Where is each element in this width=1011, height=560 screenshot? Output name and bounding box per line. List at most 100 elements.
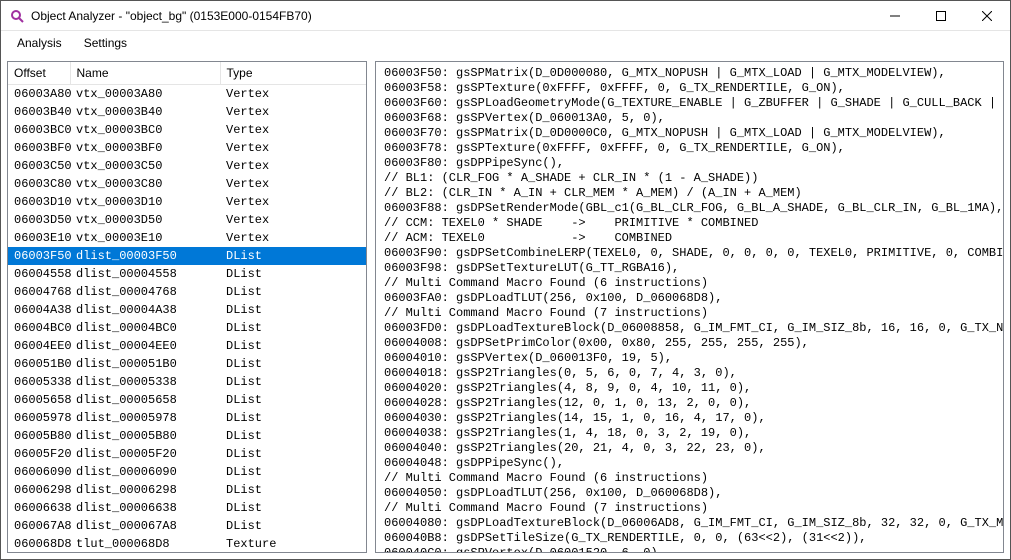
cell-offset: 060051B0 xyxy=(8,355,70,373)
table-row[interactable]: 06003E10vtx_00003E10Vertex xyxy=(8,229,366,247)
table-row[interactable]: 06005B80dlist_00005B80DList xyxy=(8,427,366,445)
cell-type: DList xyxy=(220,427,366,445)
cell-offset: 060068D8 xyxy=(8,535,70,552)
cell-type: DList xyxy=(220,517,366,535)
table-row[interactable]: 06003BF0vtx_00003BF0Vertex xyxy=(8,139,366,157)
table-row[interactable]: 06005338dlist_00005338DList xyxy=(8,373,366,391)
cell-offset: 06004BC0 xyxy=(8,319,70,337)
menu-analysis[interactable]: Analysis xyxy=(7,33,72,53)
cell-offset: 06004A38 xyxy=(8,301,70,319)
table-row[interactable]: 06006638dlist_00006638DList xyxy=(8,499,366,517)
cell-type: Vertex xyxy=(220,85,366,104)
app-icon xyxy=(9,8,25,24)
cell-name: dlist_00005F20 xyxy=(70,445,220,463)
disassembly-pane[interactable]: 06003F50: gsSPMatrix(D_0D000080, G_MTX_N… xyxy=(375,61,1004,553)
cell-name: dlist_000067A8 xyxy=(70,517,220,535)
table-row[interactable]: 060067A8dlist_000067A8DList xyxy=(8,517,366,535)
cell-type: Vertex xyxy=(220,157,366,175)
cell-name: vtx_00003D50 xyxy=(70,211,220,229)
cell-type: DList xyxy=(220,301,366,319)
cell-type: DList xyxy=(220,409,366,427)
cell-type: DList xyxy=(220,355,366,373)
table-row[interactable]: 06003C80vtx_00003C80Vertex xyxy=(8,175,366,193)
table-row[interactable]: 06005978dlist_00005978DList xyxy=(8,409,366,427)
table-row[interactable]: 06004768dlist_00004768DList xyxy=(8,283,366,301)
cell-offset: 06005658 xyxy=(8,391,70,409)
cell-name: dlist_00004EE0 xyxy=(70,337,220,355)
window-root: Object Analyzer - "object_bg" (0153E000-… xyxy=(0,0,1011,560)
cell-type: Vertex xyxy=(220,121,366,139)
cell-type: DList xyxy=(220,481,366,499)
cell-name: vtx_00003C50 xyxy=(70,157,220,175)
col-header-offset[interactable]: Offset xyxy=(8,62,70,85)
cell-name: vtx_00003BC0 xyxy=(70,121,220,139)
window-title: Object Analyzer - "object_bg" (0153E000-… xyxy=(31,9,872,23)
close-button[interactable] xyxy=(964,1,1010,30)
cell-name: dlist_00004558 xyxy=(70,265,220,283)
cell-type: DList xyxy=(220,283,366,301)
col-header-type[interactable]: Type xyxy=(220,62,366,85)
cell-type: Vertex xyxy=(220,229,366,247)
cell-name: dlist_00004A38 xyxy=(70,301,220,319)
menubar: Analysis Settings xyxy=(1,31,1010,55)
cell-offset: 06003B40 xyxy=(8,103,70,121)
table-row[interactable]: 060051B0dlist_000051B0DList xyxy=(8,355,366,373)
cell-name: vtx_00003BF0 xyxy=(70,139,220,157)
table-row[interactable]: 06003B40vtx_00003B40Vertex xyxy=(8,103,366,121)
cell-name: vtx_00003D10 xyxy=(70,193,220,211)
cell-offset: 06006638 xyxy=(8,499,70,517)
table-row[interactable]: 06006298dlist_00006298DList xyxy=(8,481,366,499)
cell-offset: 06005F20 xyxy=(8,445,70,463)
table-row[interactable]: 06003C50vtx_00003C50Vertex xyxy=(8,157,366,175)
cell-offset: 06005B80 xyxy=(8,427,70,445)
cell-name: dlist_00006298 xyxy=(70,481,220,499)
titlebar: Object Analyzer - "object_bg" (0153E000-… xyxy=(1,1,1010,31)
cell-offset: 06003D50 xyxy=(8,211,70,229)
cell-name: vtx_00003B40 xyxy=(70,103,220,121)
table-row[interactable]: 06003A80vtx_00003A80Vertex xyxy=(8,85,366,104)
cell-offset: 060067A8 xyxy=(8,517,70,535)
cell-type: DList xyxy=(220,265,366,283)
cell-offset: 06004768 xyxy=(8,283,70,301)
cell-offset: 06003E10 xyxy=(8,229,70,247)
cell-name: vtx_00003E10 xyxy=(70,229,220,247)
maximize-button[interactable] xyxy=(918,1,964,30)
cell-name: dlist_00006090 xyxy=(70,463,220,481)
object-list-scroll[interactable]: Offset Name Type 06003A80vtx_00003A80Ver… xyxy=(8,62,366,552)
cell-type: DList xyxy=(220,319,366,337)
table-row[interactable]: 060068D8tlut_000068D8Texture xyxy=(8,535,366,552)
cell-offset: 06003BC0 xyxy=(8,121,70,139)
cell-type: Vertex xyxy=(220,175,366,193)
col-header-name[interactable]: Name xyxy=(70,62,220,85)
cell-type: DList xyxy=(220,391,366,409)
cell-name: tlut_000068D8 xyxy=(70,535,220,552)
cell-offset: 06003C80 xyxy=(8,175,70,193)
cell-name: dlist_00005978 xyxy=(70,409,220,427)
cell-offset: 06004EE0 xyxy=(8,337,70,355)
table-row[interactable]: 06004EE0dlist_00004EE0DList xyxy=(8,337,366,355)
disassembly-text[interactable]: 06003F50: gsSPMatrix(D_0D000080, G_MTX_N… xyxy=(384,66,1004,553)
window-buttons xyxy=(872,1,1010,30)
cell-offset: 06006298 xyxy=(8,481,70,499)
menu-settings[interactable]: Settings xyxy=(74,33,137,53)
table-row[interactable]: 06004BC0dlist_00004BC0DList xyxy=(8,319,366,337)
cell-type: DList xyxy=(220,373,366,391)
cell-type: Vertex xyxy=(220,211,366,229)
table-row[interactable]: 06003D50vtx_00003D50Vertex xyxy=(8,211,366,229)
cell-type: Vertex xyxy=(220,103,366,121)
table-row[interactable]: 06006090dlist_00006090DList xyxy=(8,463,366,481)
object-list-table: Offset Name Type 06003A80vtx_00003A80Ver… xyxy=(8,62,366,552)
table-row[interactable]: 06005F20dlist_00005F20DList xyxy=(8,445,366,463)
cell-offset: 06006090 xyxy=(8,463,70,481)
cell-name: vtx_00003A80 xyxy=(70,85,220,104)
table-row[interactable]: 06003D10vtx_00003D10Vertex xyxy=(8,193,366,211)
table-row[interactable]: 06005658dlist_00005658DList xyxy=(8,391,366,409)
table-row[interactable]: 06003F50dlist_00003F50DList xyxy=(8,247,366,265)
minimize-button[interactable] xyxy=(872,1,918,30)
table-row[interactable]: 06004558dlist_00004558DList xyxy=(8,265,366,283)
cell-type: Texture xyxy=(220,535,366,552)
table-row[interactable]: 06003BC0vtx_00003BC0Vertex xyxy=(8,121,366,139)
cell-name: dlist_00005658 xyxy=(70,391,220,409)
cell-type: DList xyxy=(220,445,366,463)
table-row[interactable]: 06004A38dlist_00004A38DList xyxy=(8,301,366,319)
